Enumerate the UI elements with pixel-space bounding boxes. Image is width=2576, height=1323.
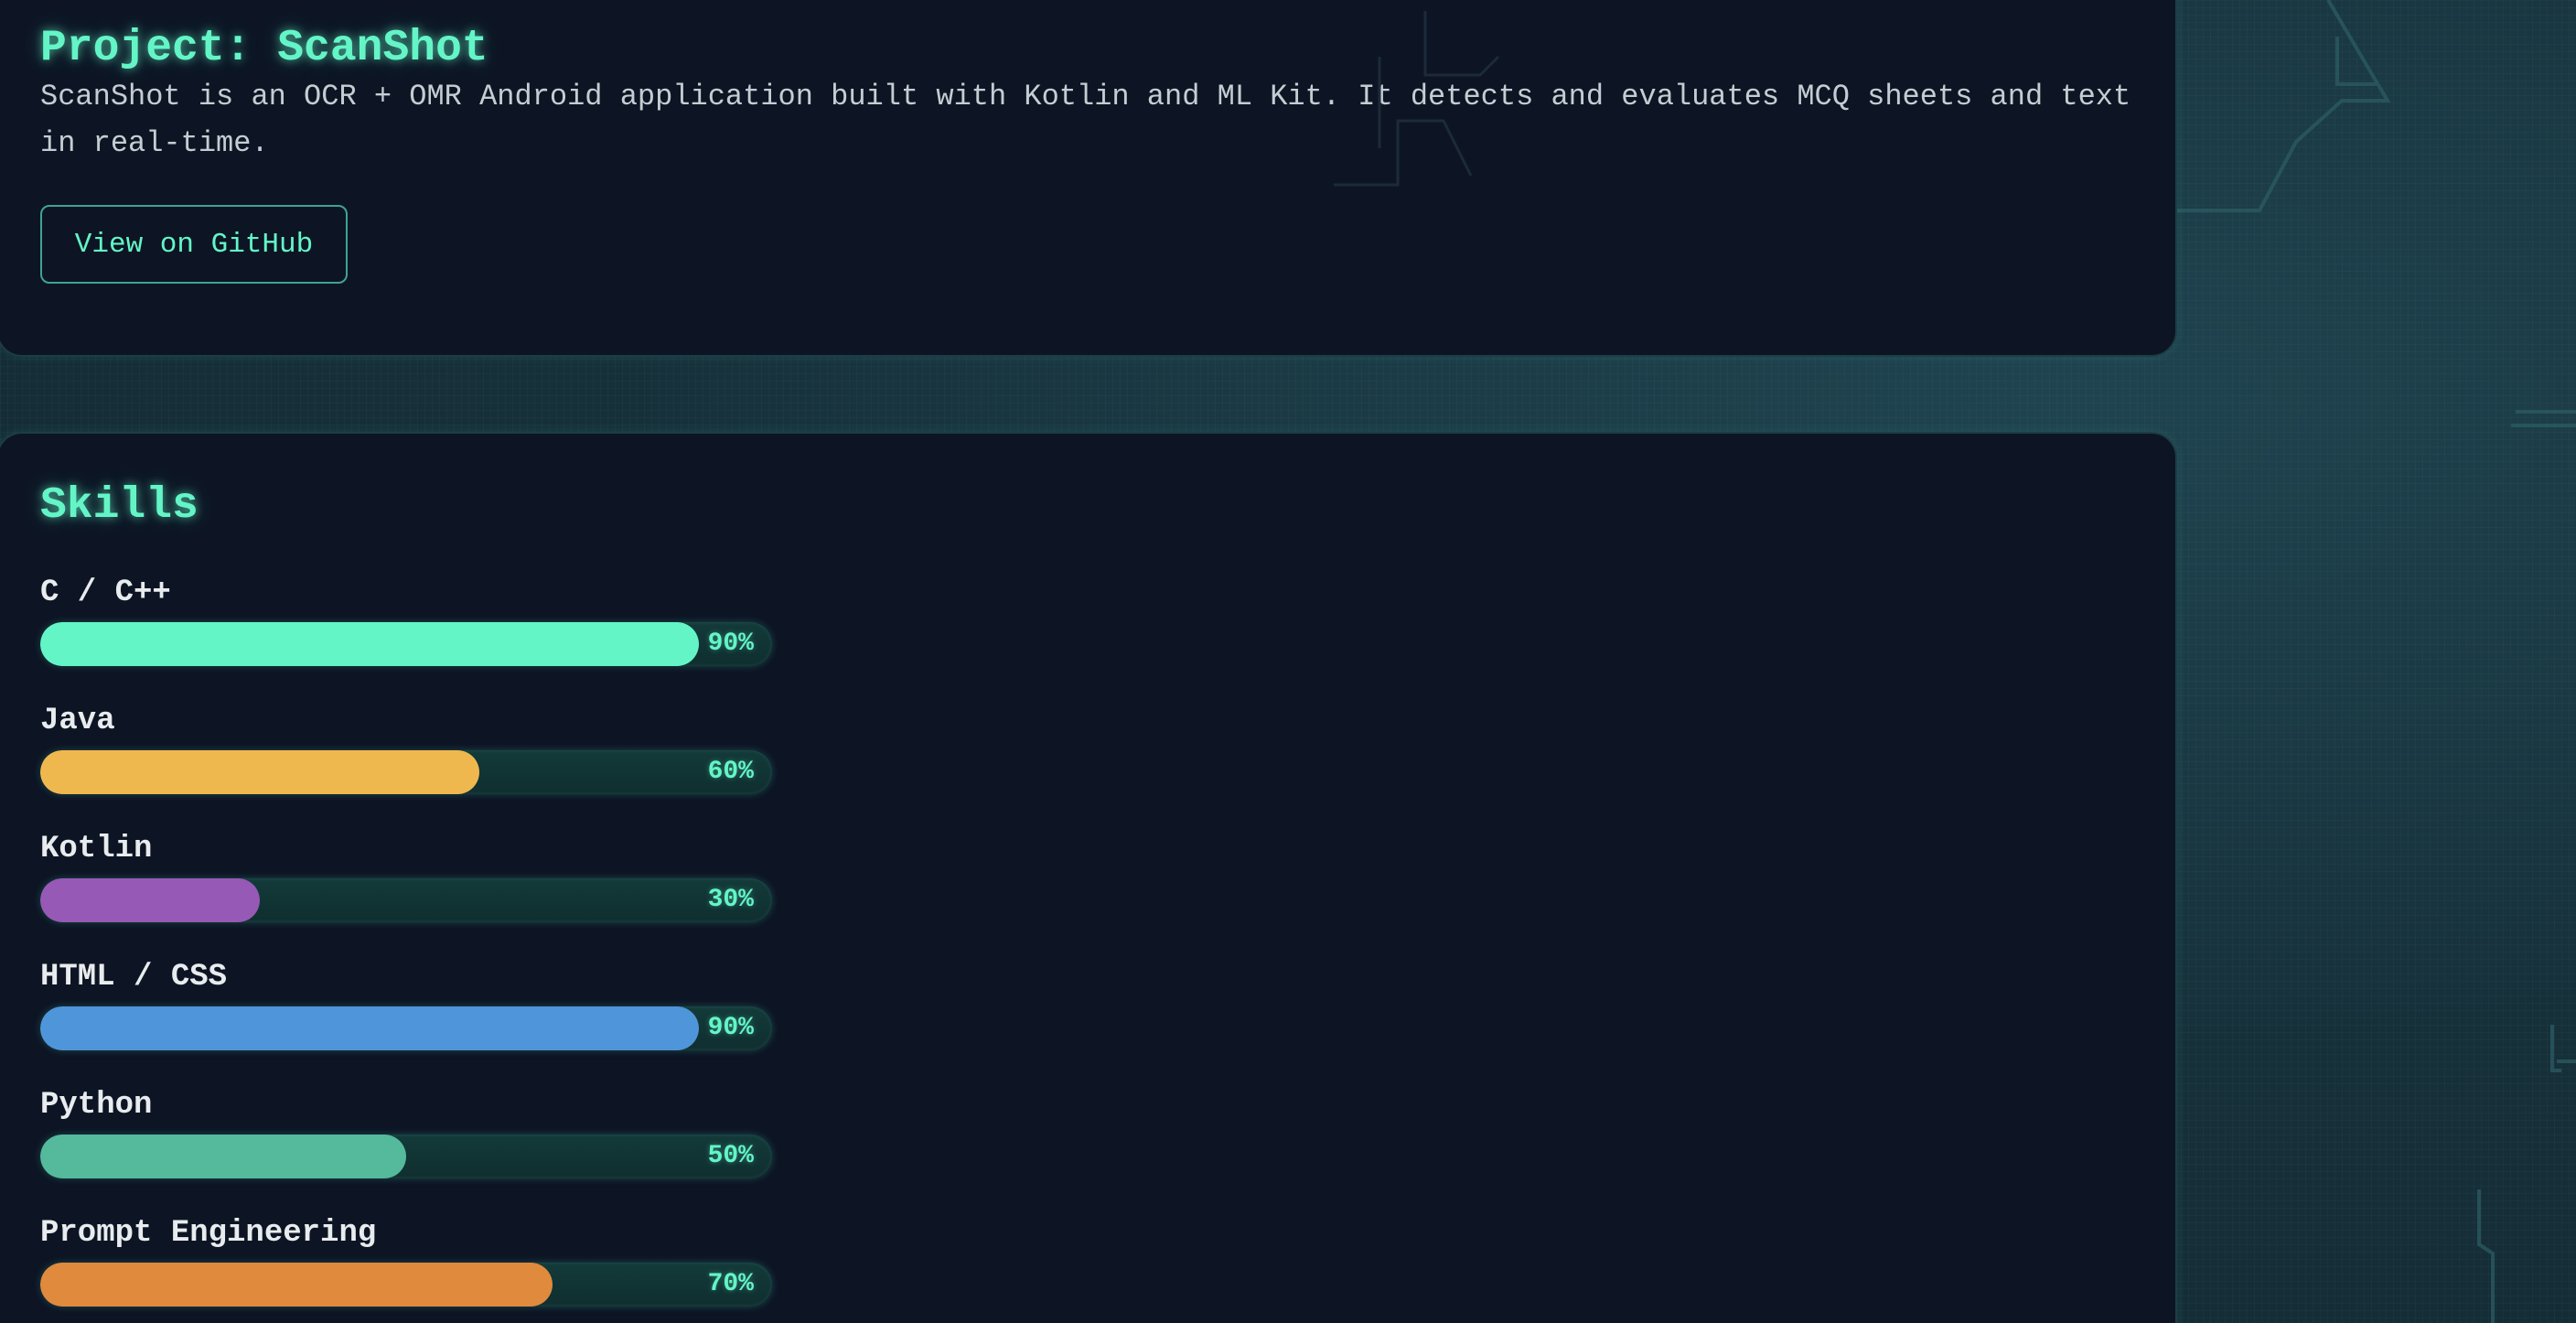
skill-name: Python bbox=[40, 1088, 153, 1123]
skill-name: C / C++ bbox=[40, 575, 171, 610]
skill-percent-label: 90% bbox=[707, 629, 754, 658]
skill-name: Java bbox=[40, 704, 115, 738]
skill-progress-fill bbox=[40, 1006, 699, 1050]
skill-progress-bar: 30% bbox=[40, 878, 772, 922]
skills-card: Skills C / C++ 90% Java 60% Kotlin 30% HTML / … bbox=[0, 432, 2177, 1323]
circuit-decoration bbox=[1334, 11, 1500, 187]
skill-progress-fill bbox=[40, 1263, 553, 1307]
skill-percent-label: 30% bbox=[707, 886, 754, 914]
skill-name: HTML / CSS bbox=[40, 960, 228, 995]
skill-progress-bar: 90% bbox=[40, 1006, 772, 1050]
skill-progress-bar: 70% bbox=[40, 1263, 772, 1307]
skill-progress-bar: 50% bbox=[40, 1135, 772, 1178]
skill-percent-label: 70% bbox=[707, 1270, 754, 1298]
skill-name: Prompt Engineering bbox=[40, 1216, 377, 1251]
project-description: ScanShot is an OCR + OMR Android applica… bbox=[40, 80, 2131, 160]
project-title: Project: ScanShot bbox=[40, 24, 488, 73]
skill-name: Kotlin bbox=[40, 832, 153, 866]
skills-title: Skills bbox=[40, 481, 199, 531]
skill-progress-fill bbox=[40, 1135, 406, 1178]
skill-percent-label: 90% bbox=[707, 1014, 754, 1042]
project-card: Project: ScanShot ScanShot is an OCR + O… bbox=[0, 0, 2177, 357]
skill-progress-fill bbox=[40, 622, 699, 666]
skill-progress-fill bbox=[40, 878, 260, 922]
skill-progress-bar: 60% bbox=[40, 750, 772, 794]
skill-percent-label: 50% bbox=[707, 1142, 754, 1170]
view-on-github-button[interactable]: View on GitHub bbox=[40, 205, 348, 284]
skill-progress-bar: 90% bbox=[40, 622, 772, 666]
skill-percent-label: 60% bbox=[707, 758, 754, 786]
skill-progress-fill bbox=[40, 750, 479, 794]
